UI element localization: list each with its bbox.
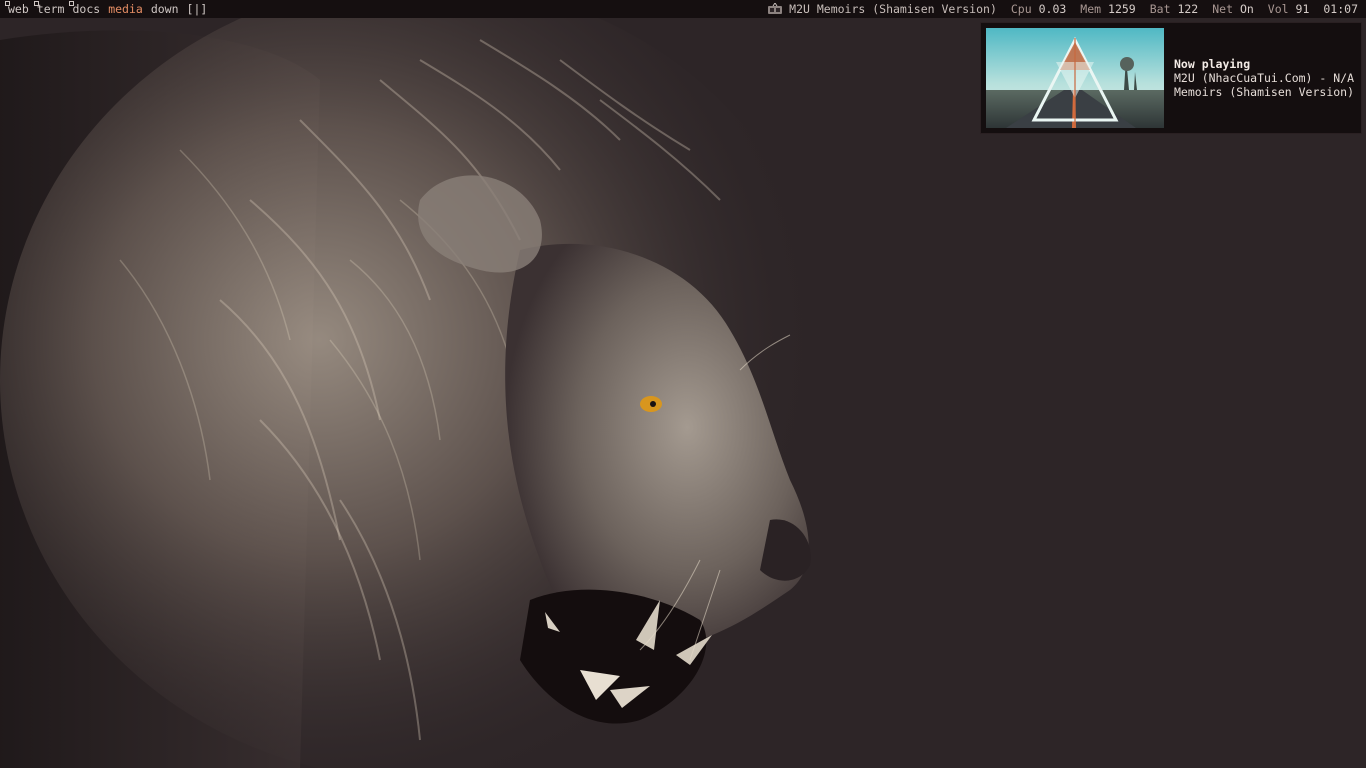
bat-value: 122 <box>1177 2 1199 16</box>
net-value: On <box>1239 2 1254 16</box>
tag-label: web <box>8 2 29 16</box>
tag-label: media <box>108 2 143 16</box>
occupied-indicator-icon <box>33 1 39 6</box>
tag-label: down <box>150 2 179 16</box>
network-indicator: Net On <box>1212 0 1254 18</box>
top-status-bar: web term docs media down [|] M2U Memoirs… <box>0 0 1366 18</box>
vol-label: Vol <box>1267 2 1289 16</box>
tag-docs[interactable]: docs <box>68 0 104 18</box>
vol-value: 91 <box>1295 2 1310 16</box>
music-player-icon <box>768 3 783 14</box>
battery-indicator: Bat 122 <box>1150 0 1199 18</box>
tag-label: term <box>36 2 65 16</box>
tag-web[interactable]: web <box>4 0 33 18</box>
cpu-indicator: Cpu 0.03 <box>1011 0 1066 18</box>
cpu-value: 0.03 <box>1038 2 1067 16</box>
mem-value: 1259 <box>1108 2 1136 16</box>
notification-artist-line: M2U (NhacCuaTui.Com) - N/A <box>1174 71 1355 85</box>
notification-heading: Now playing <box>1174 57 1251 71</box>
tag-media[interactable]: media <box>104 0 147 18</box>
tag-down[interactable]: down <box>147 0 183 18</box>
mem-label: Mem <box>1080 2 1102 16</box>
now-playing-title: M2U Memoirs (Shamisen Version) <box>789 2 997 16</box>
mem-indicator: Mem 1259 <box>1080 0 1135 18</box>
net-label: Net <box>1212 2 1233 16</box>
status-area: M2U Memoirs (Shamisen Version) Cpu 0.03 … <box>767 0 1358 18</box>
layout-indicator[interactable]: [|] <box>183 0 212 18</box>
notification-text: Now playing M2U (NhacCuaTui.Com) - N/A M… <box>1174 57 1354 99</box>
occupied-indicator-icon <box>69 1 75 6</box>
volume-indicator[interactable]: Vol 91 <box>1268 0 1310 18</box>
workspace-tags: web term docs media down [|] <box>4 0 211 18</box>
desktop: web term docs media down [|] M2U Memoirs… <box>0 0 1366 768</box>
clock: 01:07 <box>1323 2 1358 16</box>
tag-term[interactable]: term <box>33 0 69 18</box>
now-playing-notification[interactable]: Now playing M2U (NhacCuaTui.Com) - N/A M… <box>980 22 1362 134</box>
occupied-indicator-icon <box>5 1 10 6</box>
bat-label: Bat <box>1149 2 1171 16</box>
tag-label: docs <box>72 2 101 16</box>
notification-track-line: Memoirs (Shamisen Version) <box>1174 85 1355 99</box>
album-art-image <box>986 28 1164 128</box>
cpu-label: Cpu <box>1010 2 1032 16</box>
